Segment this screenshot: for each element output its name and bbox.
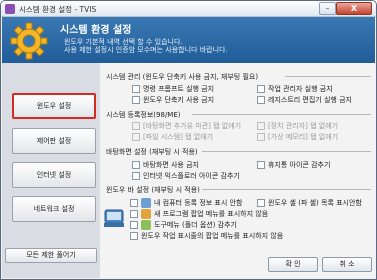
- checkbox-hide-tools-menu[interactable]: 도구메뉴 (폴더 옵션) 감추기: [130, 220, 237, 230]
- settings-panel: 시스템 관리 (윈도우 단축키 사용 금지, 재부팅 필요) 명령 프롬프트 실…: [100, 63, 376, 278]
- checkbox[interactable]: [257, 85, 265, 93]
- checkbox[interactable]: [130, 210, 138, 218]
- checkbox[interactable]: [132, 172, 140, 180]
- page-title: 시스템 환경 설정: [60, 25, 132, 36]
- gear-icon: [10, 22, 48, 60]
- ok-button[interactable]: 확 인: [268, 257, 318, 272]
- checkbox-hide-ie-icon[interactable]: 인터넷 익스플로러 아이콘 감추기: [132, 171, 240, 181]
- checkbox-no-taskbar-popup[interactable]: 윈도우 작업 표시줄의 팝업 메뉴를 표시하지 않음: [130, 231, 283, 241]
- checkbox[interactable]: [132, 85, 140, 93]
- checkbox-hide-shell-list[interactable]: 윈도우 셸 (파 셸) 목록 표시안함: [257, 198, 362, 208]
- checkbox-label: 명령 프롬프트 실행 금지: [143, 85, 215, 93]
- section-title-taskbar: 윈도우 바 설정 (재부팅 시 적용): [106, 186, 200, 194]
- divider: [285, 76, 371, 77]
- close-button[interactable]: X: [336, 2, 372, 15]
- settings-window: 시스템 환경 설정 - TVIS – X 시스템 환경 설정 윈도우 기본적 내…: [0, 0, 377, 280]
- checkbox[interactable]: [130, 221, 138, 229]
- checkbox[interactable]: [130, 199, 138, 207]
- cancel-button[interactable]: 취 소: [322, 257, 372, 272]
- checkbox-label: 휴지통 아이콘 감추기: [268, 161, 331, 169]
- checkbox[interactable]: [257, 161, 265, 169]
- checkbox-no-new-program-popup[interactable]: 새 프로그램 팝업 메뉴를 표시하지 않음: [130, 209, 268, 219]
- item-icon-computer: [141, 198, 151, 208]
- checkbox[interactable]: [257, 133, 265, 141]
- checkbox-label: 인터넷 익스플로러 아이콘 감추기: [143, 172, 240, 180]
- checkbox-label: 레지스트리 편집기 실행 금지: [268, 96, 352, 104]
- checkbox-hide-my-computer-props[interactable]: 내 컴퓨터 등록 정보 표시 안함: [130, 198, 242, 208]
- checkbox-label: [가상 메모리] 탭 없애기: [268, 133, 339, 141]
- divider: [202, 151, 371, 152]
- checkbox-registry-editor[interactable]: 레지스트리 편집기 실행 금지: [257, 95, 352, 105]
- minimize-button[interactable]: –: [319, 2, 336, 15]
- taskbar-tray-icon: [104, 209, 124, 227]
- checkbox-label: [장치 관리자] 탭 없애기: [268, 122, 339, 130]
- window-title: 시스템 환경 설정 - TVIS: [19, 5, 97, 14]
- checkbox[interactable]: [132, 161, 140, 169]
- checkbox-label: [바탕화면 추가유 마관] 탭 없애기: [143, 122, 242, 130]
- section-title-desktop: 바탕화면 설정 (재부팅 시 적용): [106, 148, 198, 156]
- checkbox-cmd-prompt[interactable]: 명령 프롬프트 실행 금지: [132, 84, 214, 94]
- header-description-line-2: 사용 제한 설정시 인증암 모수며는 사용합니다 바랍니다.: [64, 46, 228, 54]
- title-bar[interactable]: 시스템 환경 설정 - TVIS – X: [1, 1, 376, 17]
- section-title-system-properties: 시스템 등록정보(98/ME): [106, 111, 181, 119]
- sidebar-item-windows[interactable]: 윈도우 설정: [12, 93, 96, 119]
- checkbox[interactable]: [132, 122, 140, 130]
- sidebar: 윈도우 설정 제어판 설정 인터넷 설정 네트워크 설정 모든 제한 풀어기: [2, 63, 100, 278]
- divider: [202, 189, 371, 190]
- checkbox-label: 윈도우 셸 (파 셸) 목록 표시안함: [268, 199, 362, 207]
- checkbox[interactable]: [257, 122, 265, 130]
- checkbox-file-system-tab[interactable]: [파일 시스템] 탭 없애기: [132, 132, 213, 142]
- checkbox-win-shortcuts[interactable]: 윈도우 단축키 사용 금지: [132, 95, 214, 105]
- checkbox-label: 윈도우 작업 표시줄의 팝업 메뉴를 표시하지 않음: [141, 232, 284, 240]
- app-icon: [5, 4, 15, 14]
- checkbox-hide-recycle-bin[interactable]: 휴지통 아이콘 감추기: [257, 160, 330, 170]
- checkbox[interactable]: [257, 96, 265, 104]
- checkbox-virtual-memory-tab[interactable]: [가상 메모리] 탭 없애기: [257, 132, 338, 142]
- checkbox-label: 내 컴퓨터 등록 정보 표시 안함: [154, 199, 243, 207]
- checkbox[interactable]: [132, 96, 140, 104]
- header-banner: 시스템 환경 설정 윈도우 기본적 내역 선택 할 수 있습니다. 사용 제한 …: [2, 17, 375, 63]
- sidebar-item-control-panel[interactable]: 제어판 설정: [12, 128, 96, 154]
- checkbox-label: 도구메뉴 (폴더 옵션) 감추기: [154, 221, 237, 229]
- checkbox-label: 새 프로그램 팝업 메뉴를 표시하지 않음: [154, 210, 269, 218]
- checkbox-label: 작업 관리자 실행 금지: [268, 85, 333, 93]
- item-icon-program: [141, 209, 151, 219]
- checkbox-device-manager-tab[interactable]: [장치 관리자] 탭 없애기: [257, 121, 338, 131]
- reset-all-button[interactable]: 모든 제한 풀어기: [5, 248, 97, 263]
- checkbox-label: 윈도우 단축키 사용 금지: [143, 96, 215, 104]
- section-title-system: 시스템 관리 (윈도우 단축키 사용 금지, 재부팅 필요): [106, 73, 259, 81]
- checkbox-disable-desktop[interactable]: 바탕화면 사용 금지: [132, 160, 199, 170]
- checkbox-desktop-tab[interactable]: [바탕화면 추가유 마관] 탭 없애기: [132, 121, 241, 131]
- item-icon-tools: [141, 220, 151, 230]
- divider: [192, 114, 371, 115]
- checkbox-label: 바탕화면 사용 금지: [143, 161, 199, 169]
- checkbox[interactable]: [132, 133, 140, 141]
- sidebar-item-internet[interactable]: 인터넷 설정: [12, 162, 96, 188]
- checkbox-label: [파일 시스템] 탭 없애기: [143, 133, 214, 141]
- checkbox[interactable]: [130, 232, 138, 240]
- sidebar-item-network[interactable]: 네트워크 설정: [12, 196, 96, 222]
- checkbox-task-manager[interactable]: 작업 관리자 실행 금지: [257, 84, 333, 94]
- checkbox[interactable]: [257, 199, 265, 207]
